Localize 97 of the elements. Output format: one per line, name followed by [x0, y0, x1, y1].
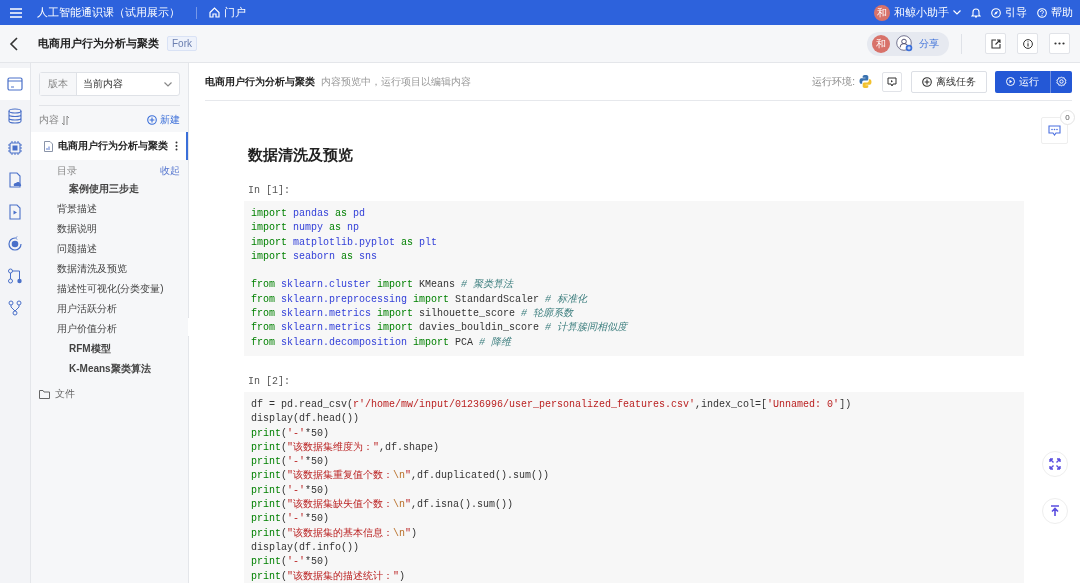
toc-item[interactable]: 用户活跃分析: [31, 299, 188, 319]
collapse-link[interactable]: 收起: [160, 164, 180, 179]
code-line: print("该数据集重复值个数：\n",df.duplicated().sum()): [251, 469, 551, 484]
offline-task-button[interactable]: 离线任务: [911, 70, 987, 93]
presentation-button[interactable]: [882, 71, 902, 92]
settings-icon: [1056, 76, 1067, 87]
branch-icon: [6, 267, 24, 285]
code-line: from sklearn.preprocessing import StandardScaler # 标准化: [251, 292, 589, 307]
toc-item[interactable]: 数据说明: [31, 219, 188, 239]
section-heading: 数据清洗及预览: [248, 146, 354, 165]
new-link[interactable]: 新建: [147, 113, 180, 127]
collaborator-avatar: 和: [872, 34, 890, 53]
expand-arrows-icon: [1049, 458, 1061, 470]
play-circle-icon: [1006, 77, 1015, 86]
help-icon: [1037, 7, 1047, 18]
more-button[interactable]: [1049, 33, 1070, 54]
plus-circle-icon: [922, 76, 932, 87]
code-line: display(df.head()): [251, 412, 361, 427]
cell-prompt: In [1]:: [248, 185, 291, 196]
database-icon: [6, 107, 24, 125]
cell-prompt: In [2]:: [248, 375, 291, 387]
python-icon: [858, 74, 873, 89]
code-line: from sklearn.cluster import KMeans # 聚类算法: [251, 278, 515, 293]
code-line: print("该数据集维度为：",df.shape): [251, 440, 441, 455]
project-title: 电商用户行为分析与聚类: [38, 36, 159, 51]
notebook-title: 电商用户行为分析与聚类: [205, 74, 315, 89]
home-icon: [209, 7, 220, 18]
code-line: display(df.info()): [251, 540, 361, 555]
sort-icon[interactable]: [62, 115, 69, 125]
toc-item[interactable]: 背景描述: [31, 199, 188, 219]
presentation-icon: [887, 76, 897, 87]
plus-circle-icon: [147, 115, 157, 125]
course-title: 人工智能通识课（试用展示）: [37, 5, 180, 20]
menu-icon[interactable]: [10, 7, 22, 18]
code-line: print("该数据集缺失值个数：\n",df.isna().sum()): [251, 498, 515, 513]
toc-item[interactable]: 描述性可视化(分类变量): [31, 279, 188, 299]
comments-button[interactable]: [1041, 117, 1068, 144]
export-button[interactable]: [985, 33, 1006, 54]
toc-item[interactable]: 数据清洗及预览: [31, 259, 188, 279]
help-link[interactable]: 帮助: [1037, 5, 1073, 20]
fork-tag: Fork: [167, 36, 197, 51]
run-button[interactable]: 运行: [995, 70, 1050, 93]
code-line: import seaborn as sns: [251, 249, 379, 264]
document-icon: [44, 140, 53, 152]
code-line: from sklearn.metrics import davies_bouldin_score # 计算簇间相似度: [251, 321, 629, 336]
back-icon[interactable]: [9, 36, 18, 51]
more-vertical-icon[interactable]: [175, 141, 178, 151]
code-line: import matplotlib.pyplot as plt: [251, 235, 439, 250]
code-line: print("该数据集的描述统计："): [251, 569, 407, 583]
video-file-icon: [6, 203, 24, 221]
folder-icon: [6, 75, 24, 93]
portal-link[interactable]: 门户: [209, 5, 246, 20]
content-label: 内容: [39, 113, 59, 127]
chip-icon: [6, 139, 24, 157]
files-label[interactable]: 文件: [55, 387, 75, 401]
code-line: from sklearn.decomposition import PCA # 降维: [251, 335, 513, 350]
info-button[interactable]: [1017, 33, 1038, 54]
more-icon: [1054, 42, 1065, 45]
code-line: import numpy as np: [251, 221, 361, 236]
user-menu[interactable]: 和鲸小助手: [894, 5, 949, 20]
back-to-top-button[interactable]: [1042, 498, 1068, 524]
toc-title: 目录: [57, 164, 77, 178]
code-line: df = pd.read_csv(r'/home/mw/input/01236996/user_personalized_features.csv',index_col=['Unnamed: 0']): [251, 397, 853, 412]
toc-item[interactable]: RFM模型: [31, 339, 188, 359]
runtime-label: 运行环境:: [812, 74, 855, 89]
export-icon: [990, 38, 1001, 49]
code-line: from sklearn.metrics import silhouette_score # 轮廓系数: [251, 307, 575, 321]
preview-hint: 内容预览中，运行项目以编辑内容: [321, 74, 471, 89]
code-line: print("该数据集的基本信息：\n"): [251, 526, 419, 541]
folder-outline-icon: [39, 389, 50, 399]
cloud-file-icon: [6, 171, 24, 189]
comment-count-badge: 0: [1060, 110, 1075, 125]
info-icon: [1022, 38, 1033, 49]
compass-icon: [991, 7, 1001, 18]
user-avatar: 和: [874, 4, 890, 21]
code-line: print('-'*50): [251, 455, 331, 469]
code-line: print('-'*50): [251, 555, 331, 570]
toc-item[interactable]: 用户价值分析: [31, 319, 188, 339]
toc-item[interactable]: 案例使用三步走: [31, 179, 188, 199]
code-line: print('-'*50): [251, 512, 331, 527]
folder-tab[interactable]: [0, 68, 30, 100]
code-line: print('-'*50): [251, 483, 331, 498]
arrow-up-to-line-icon: [1050, 505, 1060, 517]
document-item[interactable]: 电商用户行为分析与聚类: [31, 132, 188, 160]
fork-icon: [6, 299, 24, 317]
toc-item[interactable]: K-Means聚类算法: [31, 359, 188, 379]
bell-icon[interactable]: [971, 7, 981, 18]
run-settings-button[interactable]: [1050, 70, 1072, 93]
guide-link[interactable]: 引导: [991, 5, 1027, 20]
toc-item[interactable]: 问题描述: [31, 239, 188, 259]
add-user-icon[interactable]: [896, 35, 913, 52]
fullscreen-button[interactable]: [1042, 451, 1068, 477]
share-link[interactable]: 分享: [919, 36, 939, 51]
code-line: print('-'*50): [251, 426, 331, 441]
comment-icon: [1048, 124, 1061, 137]
refresh-clock-icon: [6, 235, 24, 253]
code-line: import pandas as pd: [251, 207, 367, 221]
